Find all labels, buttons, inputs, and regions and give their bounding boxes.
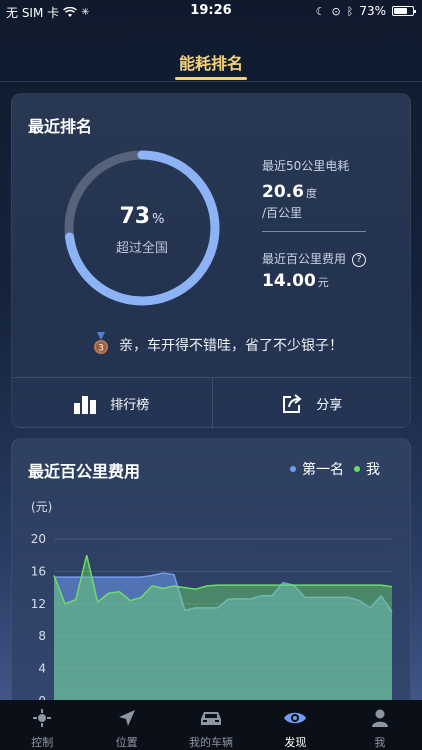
top-nav: 能耗排名 xyxy=(0,40,422,82)
bar-chart-icon xyxy=(74,395,97,414)
legend-first-label: 第一名 xyxy=(302,462,344,478)
car-icon xyxy=(201,712,222,725)
tab-control[interactable]: 控制 xyxy=(0,700,84,750)
tab-underline xyxy=(175,77,247,80)
chart-y-unit: (元) xyxy=(31,500,52,514)
share-label: 分享 xyxy=(316,398,343,413)
battery-text: 73% xyxy=(359,4,386,18)
cost-chart-title: 最近百公里费用 xyxy=(28,462,141,481)
tab-my-vehicle[interactable]: 我的车辆 xyxy=(169,700,253,750)
tab-location[interactable]: 位置 xyxy=(84,700,168,750)
status-right: ☾ ⊙ ᛒ 73% xyxy=(315,4,416,18)
tab-discover-label: 发现 xyxy=(284,736,307,749)
ranking-title: 最近排名 xyxy=(28,117,93,136)
y-tick-label: 20 xyxy=(31,532,46,546)
praise-text: 亲，车开得不错哇，省了不少银子！ xyxy=(119,338,343,354)
medal-number: 3 xyxy=(98,344,104,354)
y-tick-label: 4 xyxy=(38,662,46,676)
energy-per: /百公里 xyxy=(262,206,303,220)
energy-unit: 度 xyxy=(305,187,317,200)
stat-divider xyxy=(262,231,366,232)
y-tick-label: 12 xyxy=(31,597,46,611)
tab-me-label: 我 xyxy=(374,736,386,749)
percentile-number: 73 xyxy=(119,204,151,229)
legend-me-label: 我 xyxy=(366,462,380,478)
percentile-value: 73% xyxy=(60,204,224,229)
cost-label-text: 最近百公里费用 xyxy=(262,252,347,266)
share-icon xyxy=(283,393,302,413)
tab-me[interactable]: 我 xyxy=(338,700,422,750)
cost-chart: (元) 201612840 xyxy=(31,500,393,707)
percentile-ring: 73% 超过全国 xyxy=(60,146,224,310)
legend-me-dot xyxy=(354,466,360,472)
card-actions: 排行榜 分享 xyxy=(12,377,412,429)
energy-number: 20.6 xyxy=(262,182,304,202)
help-icon[interactable]: ? xyxy=(352,252,367,267)
cost-number: 14.00 xyxy=(262,271,316,291)
cost-label: 最近百公里费用? xyxy=(262,250,367,267)
tab-my-vehicle-label: 我的车辆 xyxy=(189,736,234,749)
eye-icon xyxy=(284,712,307,724)
battery-icon xyxy=(392,6,416,16)
ring-center: 73% 超过全国 xyxy=(60,204,224,256)
energy-label: 最近50公里电耗 xyxy=(262,159,350,173)
ranking-card: 最近排名 73% 超过全国 最近50公里电耗 20.6 度 /百公里 最近百公里费… xyxy=(11,93,412,429)
legend-me: 我 xyxy=(354,459,380,479)
leaderboard-label: 排行榜 xyxy=(110,398,150,413)
moon-icon: ☾ xyxy=(315,4,326,18)
status-bar: 无 SIM 卡 ✳ 19:26 ☾ ⊙ ᛒ 73% xyxy=(0,0,422,22)
medal-icon: 3 xyxy=(94,332,108,354)
person-icon xyxy=(371,709,388,727)
leaderboard-button[interactable]: 排行榜 xyxy=(12,378,212,429)
control-icon xyxy=(33,709,52,727)
bluetooth-icon: ᛒ xyxy=(346,4,354,18)
cost-unit: 元 xyxy=(317,276,329,289)
cost-value: 14.00 元 xyxy=(262,271,329,291)
location-icon xyxy=(118,710,135,726)
chart-legend: 第一名 我 xyxy=(290,459,380,479)
cost-chart-card: 最近百公里费用 第一名 我 (元) 201612840 xyxy=(11,438,411,708)
orientation-lock-icon: ⊙ xyxy=(331,4,341,18)
energy-value: 20.6 度 xyxy=(262,182,317,202)
share-button[interactable]: 分享 xyxy=(211,378,413,429)
y-tick-label: 8 xyxy=(38,629,46,643)
tab-control-label: 控制 xyxy=(31,736,54,749)
tab-discover[interactable]: 发现 xyxy=(253,700,337,750)
tab-energy-ranking[interactable]: 能耗排名 xyxy=(0,50,422,74)
percentile-caption: 超过全国 xyxy=(115,241,168,256)
tab-bar: 控制 位置 我的车辆 发现 我 xyxy=(0,700,422,750)
percentile-unit: % xyxy=(152,212,165,227)
y-tick-label: 16 xyxy=(31,564,46,578)
legend-first-dot xyxy=(290,466,296,472)
tab-location-label: 位置 xyxy=(115,736,138,749)
legend-first: 第一名 xyxy=(290,459,344,479)
